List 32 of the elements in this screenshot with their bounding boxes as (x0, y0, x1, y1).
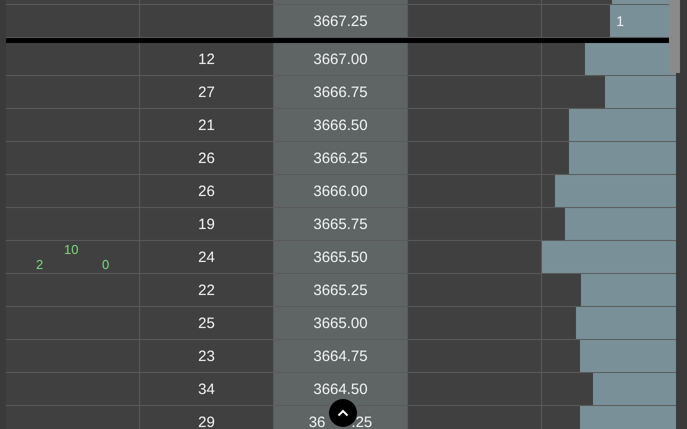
price-fragment: 36 (308, 414, 326, 429)
table-cell: 26 (140, 142, 274, 175)
table-cell: 3667.25 (274, 5, 408, 38)
table-cell: 26 (140, 175, 274, 208)
trade-count: 0 (102, 257, 110, 272)
table-cell: 3665.00 (274, 307, 408, 340)
table-cell: 23 (140, 340, 274, 373)
trade-count: 10 (64, 242, 78, 257)
table-cell: 22 (140, 274, 274, 307)
chevron-up-icon (337, 409, 349, 417)
table-cell: 21 (140, 109, 274, 142)
scrollbar[interactable] (669, 0, 680, 73)
table-cell: 3665.75 (274, 208, 408, 241)
table-cell: 3665.25 (274, 274, 408, 307)
table-cell: 24 (140, 241, 274, 274)
table-cell: 3666.50 (274, 109, 408, 142)
table-cell: 3664.75 (274, 340, 408, 373)
table-cell: 19 (140, 208, 274, 241)
table-cell: 25 (140, 307, 274, 340)
table-cell: 3667.00 (274, 43, 408, 76)
size-value: 1 (616, 13, 624, 29)
table-cell: 3666.25 (274, 142, 408, 175)
table-cell: 3665.50 (274, 241, 408, 274)
table-cell: 12 (140, 43, 274, 76)
table-cell: 3664.50 (274, 373, 408, 406)
table-cell: 27 (140, 76, 274, 109)
table-cell: 34 (140, 373, 274, 406)
table-cell: 3666.00 (274, 175, 408, 208)
table-cell: 3666.75 (274, 76, 408, 109)
price-fragment: .25 (351, 414, 372, 429)
table-cell: 29 (140, 406, 274, 429)
trade-count: 2 (36, 257, 44, 272)
